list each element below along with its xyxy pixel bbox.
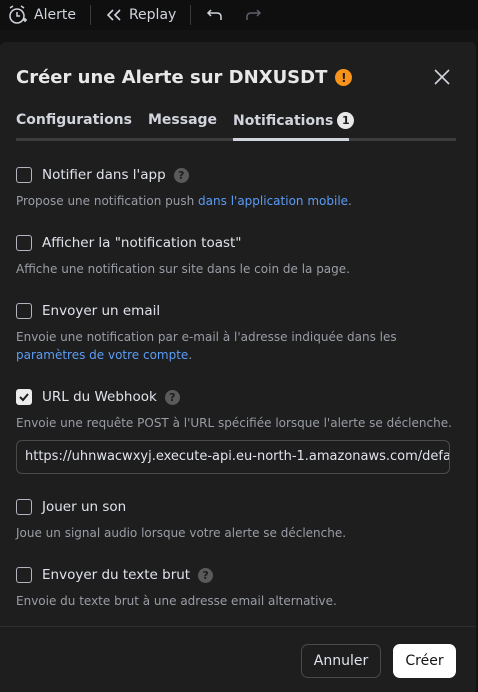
undo-icon bbox=[207, 9, 223, 20]
sound-label: Jouer un son bbox=[42, 499, 127, 515]
option-sound: Jouer un son Joue un signal audio lorsqu… bbox=[16, 497, 456, 542]
help-icon[interactable]: ? bbox=[173, 167, 189, 183]
close-icon[interactable] bbox=[432, 67, 452, 87]
alert-label: Alerte bbox=[34, 7, 76, 23]
sound-checkbox[interactable] bbox=[16, 499, 32, 515]
toast-checkbox[interactable] bbox=[16, 235, 32, 251]
warning-icon[interactable]: ! bbox=[335, 69, 353, 86]
tab-notifications[interactable]: Notifications 1 bbox=[233, 112, 355, 129]
rewind-icon bbox=[106, 9, 121, 21]
tabs-active-indicator bbox=[233, 138, 349, 141]
redo-icon bbox=[246, 9, 262, 20]
webhook-url-input[interactable]: https://uhnwacwxyj.execute-api.eu-north-… bbox=[16, 440, 450, 474]
tab-notifications-label: Notifications bbox=[233, 113, 334, 129]
create-alert-dialog: Créer une Alerte sur DNXUSDT ! Configura… bbox=[0, 42, 476, 692]
toast-description: Affiche une notification sur site dans l… bbox=[16, 262, 350, 276]
option-email: Envoyer un email Envoie une notification… bbox=[16, 301, 456, 364]
app-notification-label: Notifier dans l'app bbox=[42, 167, 166, 183]
email-checkbox[interactable] bbox=[16, 303, 32, 319]
tab-configurations[interactable]: Configurations bbox=[16, 112, 132, 128]
create-button[interactable]: Créer bbox=[393, 644, 456, 678]
raw-text-description: Envoie du texte brut à une adresse email… bbox=[16, 594, 337, 608]
raw-text-label: Envoyer du texte brut bbox=[42, 567, 191, 583]
option-webhook: URL du Webhook ? Envoie une requête POST… bbox=[16, 387, 456, 432]
option-raw-text: Envoyer du texte brut ? Envoie du texte … bbox=[16, 565, 456, 610]
email-label: Envoyer un email bbox=[42, 303, 161, 319]
app-desc-text: Propose une notification push bbox=[16, 194, 199, 208]
dialog-title-text: Créer une Alerte sur DNXUSDT bbox=[16, 67, 328, 88]
account-settings-link[interactable]: paramètres de votre compte bbox=[16, 348, 188, 362]
raw-text-checkbox[interactable] bbox=[16, 567, 32, 583]
redo-button[interactable] bbox=[237, 0, 275, 30]
sound-description: Joue un signal audio lorsque votre alert… bbox=[16, 526, 347, 540]
app-notification-checkbox[interactable] bbox=[16, 167, 32, 183]
undo-button[interactable] bbox=[199, 0, 237, 30]
email-desc-end: . bbox=[188, 348, 193, 362]
app-desc-end: . bbox=[348, 194, 352, 208]
replay-label: Replay bbox=[128, 7, 177, 23]
tab-notifications-badge: 1 bbox=[337, 112, 355, 129]
webhook-checkbox[interactable] bbox=[16, 389, 32, 405]
option-app-notification: Notifier dans l'app ? Propose une notifi… bbox=[16, 165, 456, 210]
top-toolbar: Alerte Replay bbox=[0, 0, 478, 30]
mobile-app-link[interactable]: dans l'application mobile bbox=[198, 194, 348, 208]
help-icon[interactable]: ? bbox=[164, 389, 180, 405]
toast-label: Afficher la "notification toast" bbox=[42, 235, 242, 251]
toolbar-divider bbox=[190, 5, 192, 25]
cancel-button[interactable]: Annuler bbox=[301, 644, 381, 678]
email-desc-text: Envoie une notification par e-mail à l'a… bbox=[16, 330, 397, 344]
alert-button[interactable]: Alerte bbox=[0, 0, 82, 30]
help-icon[interactable]: ? bbox=[198, 567, 214, 583]
option-toast: Afficher la "notification toast" Affiche… bbox=[16, 233, 456, 278]
webhook-description: Envoie une requête POST à l'URL spécifié… bbox=[16, 416, 452, 430]
replay-button[interactable]: Replay bbox=[99, 0, 182, 30]
email-description: Envoie une notification par e-mail à l'a… bbox=[16, 328, 456, 364]
app-notification-description: Propose une notification push dans l'app… bbox=[16, 192, 456, 210]
tab-message[interactable]: Message bbox=[148, 112, 217, 128]
toolbar-divider bbox=[89, 5, 91, 25]
webhook-label: URL du Webhook bbox=[42, 389, 157, 405]
checkmark-icon bbox=[19, 393, 29, 402]
alarm-clock-plus-icon bbox=[9, 5, 27, 24]
dialog-title: Créer une Alerte sur DNXUSDT ! bbox=[16, 67, 353, 88]
footer-divider bbox=[0, 626, 476, 627]
